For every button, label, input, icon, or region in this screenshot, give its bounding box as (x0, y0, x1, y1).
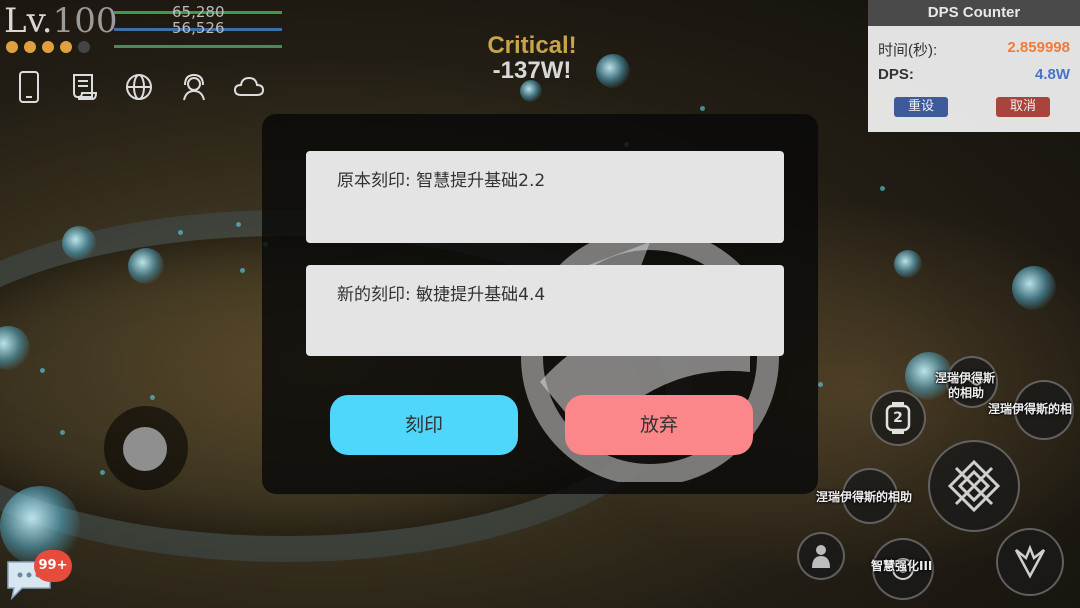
critical-label: Critical! (487, 32, 577, 59)
wings-icon (1014, 544, 1046, 579)
dps-counter-title: DPS Counter (868, 0, 1080, 26)
damage-value: -137W! (492, 57, 572, 84)
hud-icon-row (12, 70, 266, 104)
star-filled (60, 41, 72, 53)
support-icon[interactable] (177, 70, 211, 104)
unread-badge: 99+ (34, 550, 72, 582)
dps-value: 4.8W (1034, 66, 1070, 83)
scroll-icon[interactable] (67, 70, 101, 104)
spirit-orb (596, 54, 630, 88)
skill-a-label-line2: 的相助 (948, 386, 985, 400)
skill-d-label: 智慧强化III (871, 559, 933, 573)
level-number: 100 (52, 1, 118, 41)
dps-time-row: 时间(秒): 2.859998 (878, 39, 1070, 59)
spirit-orb (128, 248, 164, 284)
new-engraving-box: 新的刻印: 敏捷提升基础4.4 (306, 265, 784, 356)
particle (100, 470, 105, 475)
particle (818, 382, 823, 387)
level-display: Lv.100 (4, 2, 117, 40)
particle (236, 222, 241, 227)
skill-slot-statue[interactable] (797, 532, 845, 580)
dps-value-row: DPS: 4.8W (878, 66, 1070, 86)
time-label: 时间(秒): (878, 42, 938, 59)
dps-label: DPS: (878, 66, 914, 83)
time-value: 2.859998 (1007, 39, 1070, 56)
cloud-icon[interactable] (232, 70, 266, 104)
new-engraving-text: 新的刻印: 敏捷提升基础4.4 (337, 285, 546, 305)
slot-number-button[interactable]: 2 (870, 390, 926, 446)
original-engraving-text: 原本刻印: 智慧提升基础2.2 (337, 171, 546, 191)
statue-icon (812, 545, 830, 568)
spirit-orb (894, 250, 922, 278)
star-filled (24, 41, 36, 53)
skill-c-label: 涅瑞伊得斯的相助 (816, 490, 913, 504)
spirit-orb (62, 226, 96, 260)
cancel-button[interactable]: 取消 (996, 97, 1050, 117)
spirit-orb (1012, 266, 1056, 310)
particle (240, 268, 245, 273)
particle (40, 368, 45, 373)
star-rating (6, 41, 90, 53)
particle (880, 186, 885, 191)
phone-icon[interactable] (12, 70, 46, 104)
engrave-button[interactable]: 刻印 (330, 395, 518, 455)
dps-counter-panel: DPS Counter 时间(秒): 2.859998 DPS: 4.8W 重设… (868, 0, 1080, 132)
star-filled (6, 41, 18, 53)
globe-icon[interactable] (122, 70, 156, 104)
original-engraving-box: 原本刻印: 智慧提升基础2.2 (306, 151, 784, 243)
mp-value: 56,526 (172, 19, 225, 37)
particle (700, 106, 705, 111)
star-empty (78, 41, 90, 53)
exp-bar (114, 45, 282, 48)
slot-number: 2 (893, 410, 903, 426)
reset-button[interactable]: 重设 (894, 97, 948, 117)
particle (150, 395, 155, 400)
skill-b-label: 涅瑞伊得斯的相 (988, 402, 1073, 416)
ultimate-skill-button[interactable] (996, 528, 1064, 596)
particle (178, 230, 183, 235)
level-prefix: Lv. (4, 1, 53, 41)
joystick-thumb[interactable] (123, 427, 167, 471)
star-filled (42, 41, 54, 53)
main-attack-button[interactable] (928, 440, 1020, 532)
particle (60, 430, 65, 435)
discard-button[interactable]: 放弃 (565, 395, 753, 455)
crossed-swords-icon (947, 459, 1001, 513)
critical-popup: Critical! -137W! (470, 32, 594, 85)
